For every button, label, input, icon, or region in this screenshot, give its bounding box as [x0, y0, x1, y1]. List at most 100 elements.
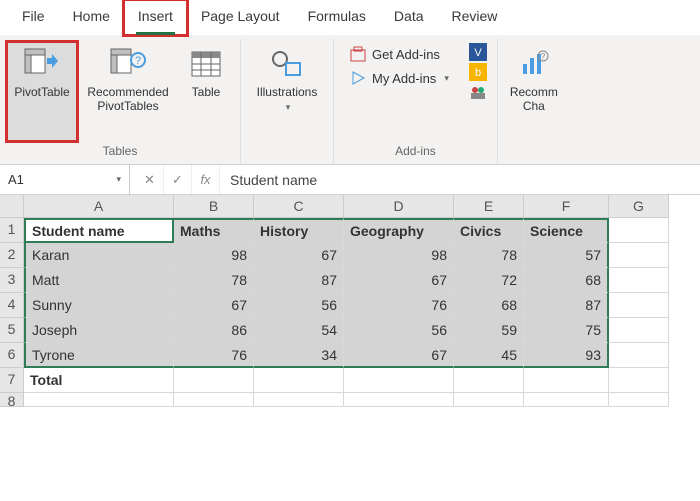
- cell-F5[interactable]: 75: [524, 318, 609, 343]
- cell-B4[interactable]: 67: [174, 293, 254, 318]
- cell-B5[interactable]: 86: [174, 318, 254, 343]
- cell-E4[interactable]: 68: [454, 293, 524, 318]
- insert-function-button[interactable]: fx: [192, 165, 220, 194]
- cell-A3[interactable]: Matt: [24, 268, 174, 293]
- group-addins-label: Add-ins: [395, 142, 436, 162]
- cell-D4[interactable]: 76: [344, 293, 454, 318]
- cancel-formula-button[interactable]: ✕: [136, 165, 164, 194]
- cell-B6[interactable]: 76: [174, 343, 254, 368]
- row-head-8[interactable]: 8: [0, 393, 24, 407]
- cell-F4[interactable]: 87: [524, 293, 609, 318]
- cell-C2[interactable]: 67: [254, 243, 344, 268]
- recommended-charts-button[interactable]: ? RecommCha: [504, 41, 564, 142]
- cell-C6[interactable]: 34: [254, 343, 344, 368]
- cell-G8[interactable]: [609, 393, 669, 407]
- cell-F3[interactable]: 68: [524, 268, 609, 293]
- cell-B1[interactable]: Maths: [174, 218, 254, 243]
- cell-G7[interactable]: [609, 368, 669, 393]
- select-all-corner[interactable]: [0, 195, 24, 218]
- row-head-2[interactable]: 2: [0, 243, 24, 268]
- row-head-4[interactable]: 4: [0, 293, 24, 318]
- cell-A1[interactable]: Student name: [24, 218, 174, 243]
- table-button[interactable]: Table: [178, 41, 234, 142]
- cell-E2[interactable]: 78: [454, 243, 524, 268]
- get-addins-button[interactable]: Get Add-ins: [344, 43, 455, 65]
- cell-G2[interactable]: [609, 243, 669, 268]
- enter-formula-button[interactable]: ✓: [164, 165, 192, 194]
- cell-C3[interactable]: 87: [254, 268, 344, 293]
- cell-B3[interactable]: 78: [174, 268, 254, 293]
- tab-review[interactable]: Review: [438, 0, 512, 35]
- formula-value: Student name: [230, 172, 317, 188]
- cell-B2[interactable]: 98: [174, 243, 254, 268]
- cell-G1[interactable]: [609, 218, 669, 243]
- cell-A5[interactable]: Joseph: [24, 318, 174, 343]
- cell-C1[interactable]: History: [254, 218, 344, 243]
- cell-E1[interactable]: Civics: [454, 218, 524, 243]
- cell-B8[interactable]: [174, 393, 254, 407]
- cell-F6[interactable]: 93: [524, 343, 609, 368]
- my-addins-button[interactable]: My Add-ins ▾: [344, 67, 455, 89]
- cell-C5[interactable]: 54: [254, 318, 344, 343]
- cell-E6[interactable]: 45: [454, 343, 524, 368]
- row-head-1[interactable]: 1: [0, 218, 24, 243]
- tab-insert[interactable]: Insert: [124, 0, 187, 35]
- cell-G6[interactable]: [609, 343, 669, 368]
- recommended-pivottables-button[interactable]: ? Recommended PivotTables: [78, 41, 178, 142]
- group-addins: Get Add-ins My Add-ins ▾ V b: [334, 39, 498, 164]
- cell-G4[interactable]: [609, 293, 669, 318]
- cell-D1[interactable]: Geography: [344, 218, 454, 243]
- tab-home[interactable]: Home: [59, 0, 124, 35]
- cell-A4[interactable]: Sunny: [24, 293, 174, 318]
- pivottable-button[interactable]: PivotTable: [6, 41, 78, 142]
- cell-D8[interactable]: [344, 393, 454, 407]
- pivottable-icon: [22, 47, 62, 81]
- visio-icon[interactable]: V: [469, 43, 487, 61]
- cell-F1[interactable]: Science: [524, 218, 609, 243]
- formula-input[interactable]: Student name: [220, 165, 700, 194]
- tab-page-layout[interactable]: Page Layout: [187, 0, 294, 35]
- cell-E5[interactable]: 59: [454, 318, 524, 343]
- col-head-A[interactable]: A: [24, 195, 174, 218]
- cell-E7[interactable]: [454, 368, 524, 393]
- row-head-7[interactable]: 7: [0, 368, 24, 393]
- cell-D5[interactable]: 56: [344, 318, 454, 343]
- cell-A6[interactable]: Tyrone: [24, 343, 174, 368]
- cell-A8[interactable]: [24, 393, 174, 407]
- row-head-6[interactable]: 6: [0, 343, 24, 368]
- bing-icon[interactable]: b: [469, 63, 487, 81]
- row-head-3[interactable]: 3: [0, 268, 24, 293]
- tab-file[interactable]: File: [8, 0, 59, 35]
- col-head-D[interactable]: D: [344, 195, 454, 218]
- cell-G3[interactable]: [609, 268, 669, 293]
- row-head-5[interactable]: 5: [0, 318, 24, 343]
- cell-E3[interactable]: 72: [454, 268, 524, 293]
- illustrations-button[interactable]: Illustrations▾: [247, 41, 327, 142]
- tab-formulas[interactable]: Formulas: [294, 0, 380, 35]
- cell-G5[interactable]: [609, 318, 669, 343]
- cell-F8[interactable]: [524, 393, 609, 407]
- cell-A7[interactable]: Total: [24, 368, 174, 393]
- col-head-C[interactable]: C: [254, 195, 344, 218]
- cell-D6[interactable]: 67: [344, 343, 454, 368]
- cell-D3[interactable]: 67: [344, 268, 454, 293]
- name-box[interactable]: A1 ▾: [0, 165, 130, 194]
- people-icon[interactable]: [469, 83, 487, 101]
- col-head-B[interactable]: B: [174, 195, 254, 218]
- col-head-F[interactable]: F: [524, 195, 609, 218]
- tab-data-label: Data: [394, 8, 424, 24]
- cell-B7[interactable]: [174, 368, 254, 393]
- spreadsheet-grid[interactable]: A B C D E F G 1 Student name Maths Histo…: [0, 195, 700, 407]
- col-head-E[interactable]: E: [454, 195, 524, 218]
- cell-F2[interactable]: 57: [524, 243, 609, 268]
- cell-A2[interactable]: Karan: [24, 243, 174, 268]
- tab-data[interactable]: Data: [380, 0, 438, 35]
- cell-D2[interactable]: 98: [344, 243, 454, 268]
- cell-C8[interactable]: [254, 393, 344, 407]
- cell-F7[interactable]: [524, 368, 609, 393]
- cell-C4[interactable]: 56: [254, 293, 344, 318]
- cell-E8[interactable]: [454, 393, 524, 407]
- cell-C7[interactable]: [254, 368, 344, 393]
- cell-D7[interactable]: [344, 368, 454, 393]
- col-head-G[interactable]: G: [609, 195, 669, 218]
